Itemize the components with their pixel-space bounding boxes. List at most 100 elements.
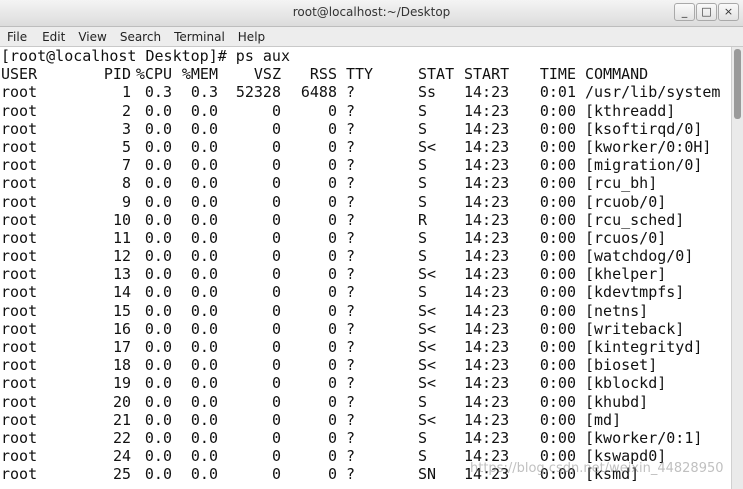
process-row: root 5 0.0 0.0 0 0? S< 14:23 0:00 [kworker/0:0H] — [0, 138, 731, 156]
cell-start: 14:23 — [464, 83, 510, 102]
cell-command: [writeback] — [585, 319, 685, 338]
cell-cpu: 0.0 — [144, 265, 172, 284]
cell-rss: 0 — [327, 156, 337, 175]
cell-user: root — [1, 283, 38, 302]
header-start: START — [464, 65, 510, 84]
cell-pid: 25 — [112, 465, 131, 484]
cell-stat: S — [418, 174, 428, 193]
cell-mem: 0.0 — [190, 319, 218, 338]
cell-rss: 0 — [327, 174, 337, 193]
cell-start: 14:23 — [464, 156, 510, 175]
cell-stat: S — [418, 119, 428, 138]
cell-tty: ? — [346, 465, 356, 484]
cell-tty: ? — [346, 265, 356, 284]
cell-command: [kintegrityd] — [585, 338, 703, 356]
cell-command: [khubd] — [585, 392, 649, 411]
cell-stat: S< — [418, 374, 437, 393]
menu-terminal[interactable]: Terminal — [173, 30, 226, 44]
cell-tty: ? — [346, 428, 356, 447]
menu-help[interactable]: Help — [237, 30, 266, 44]
header-mem: %MEM — [181, 65, 218, 84]
menu-edit[interactable]: Edit — [41, 30, 66, 44]
menubar: File Edit View Search Terminal Help — [0, 27, 743, 47]
cell-time: 0:00 — [539, 137, 576, 156]
cell-stat: S< — [418, 356, 437, 375]
cell-cpu: 0.0 — [144, 119, 172, 138]
cell-cpu: 0.0 — [144, 174, 172, 193]
maximize-button[interactable]: □ — [696, 3, 717, 21]
cell-rss: 0 — [327, 447, 337, 466]
cell-tty: ? — [346, 338, 356, 356]
cell-cpu: 0.0 — [144, 465, 172, 484]
menu-search[interactable]: Search — [119, 30, 162, 44]
cell-tty: ? — [346, 301, 356, 320]
cell-mem: 0.0 — [190, 210, 218, 229]
cell-tty: ? — [346, 247, 356, 266]
cell-time: 0:00 — [539, 374, 576, 393]
cell-user: root — [1, 192, 38, 211]
cell-mem: 0.0 — [190, 338, 218, 356]
cell-command: [bioset] — [585, 356, 658, 375]
cell-start: 14:23 — [464, 428, 510, 447]
cell-command: [watchdog/0] — [585, 247, 694, 266]
cell-cpu: 0.0 — [144, 192, 172, 211]
cell-stat: R — [418, 210, 428, 229]
cell-mem: 0.0 — [190, 192, 218, 211]
cell-rss: 0 — [327, 192, 337, 211]
cell-tty: ? — [346, 319, 356, 338]
cell-time: 0:01 — [539, 83, 576, 102]
cell-tty: ? — [346, 356, 356, 375]
cell-vsz: 0 — [271, 338, 281, 356]
menu-view[interactable]: View — [77, 30, 107, 44]
cell-vsz: 0 — [271, 101, 281, 120]
scrollbar-thumb[interactable] — [734, 49, 741, 119]
process-row: root 9 0.0 0.0 0 0? S 14:23 0:00 [rcuob/0] — [0, 193, 731, 211]
cell-command: [kthreadd] — [585, 101, 676, 120]
cell-vsz: 0 — [271, 319, 281, 338]
cell-command: [ksoftirqd/0] — [585, 119, 703, 138]
window-titlebar[interactable]: root@localhost:~/Desktop _ □ × — [0, 0, 743, 27]
cell-stat: S — [418, 447, 428, 466]
cell-vsz: 0 — [271, 447, 281, 466]
cell-user: root — [1, 83, 38, 102]
cell-user: root — [1, 228, 38, 247]
header-pid: PID — [103, 65, 131, 84]
cell-cpu: 0.0 — [144, 283, 172, 302]
cell-user: root — [1, 447, 38, 466]
cell-command: [netns] — [585, 301, 649, 320]
cell-mem: 0.3 — [190, 83, 218, 102]
process-row: root 18 0.0 0.0 0 0? S< 14:23 0:00 [bioset] — [0, 356, 731, 374]
cell-pid: 14 — [112, 283, 131, 302]
cell-user: root — [1, 156, 38, 175]
cell-tty: ? — [346, 101, 356, 120]
cell-mem: 0.0 — [190, 247, 218, 266]
cell-pid: 8 — [121, 174, 131, 193]
cell-command: [khelper] — [585, 265, 667, 284]
cell-command: [md] — [585, 410, 622, 429]
process-row: root 14 0.0 0.0 0 0? S 14:23 0:00 [kdevtmpfs] — [0, 283, 731, 301]
cell-stat: S< — [418, 319, 437, 338]
cell-vsz: 52328 — [235, 83, 281, 102]
minimize-button[interactable]: _ — [674, 3, 695, 21]
cell-stat: S — [418, 247, 428, 266]
vertical-scrollbar[interactable] — [731, 47, 743, 489]
cell-vsz: 0 — [271, 210, 281, 229]
cell-stat: S< — [418, 338, 437, 356]
cell-mem: 0.0 — [190, 174, 218, 193]
cell-vsz: 0 — [271, 119, 281, 138]
cell-time: 0:00 — [539, 174, 576, 193]
cell-time: 0:00 — [539, 410, 576, 429]
terminal-output[interactable]: [root@localhost Desktop]# ps aux USER PID… — [0, 47, 731, 489]
menu-file[interactable]: File — [6, 30, 28, 44]
cell-cpu: 0.3 — [144, 83, 172, 102]
cell-command: [rcuos/0] — [585, 228, 667, 247]
cell-cpu: 0.0 — [144, 447, 172, 466]
cell-pid: 1 — [121, 83, 131, 102]
cell-stat: SN — [418, 465, 437, 484]
cell-start: 14:23 — [464, 192, 510, 211]
watermark-text: https://blog.csdn.net/weixin_44828950 — [470, 461, 724, 476]
cell-stat: S — [418, 228, 428, 247]
cell-tty: ? — [346, 374, 356, 393]
cell-mem: 0.0 — [190, 283, 218, 302]
close-button[interactable]: × — [718, 3, 739, 21]
